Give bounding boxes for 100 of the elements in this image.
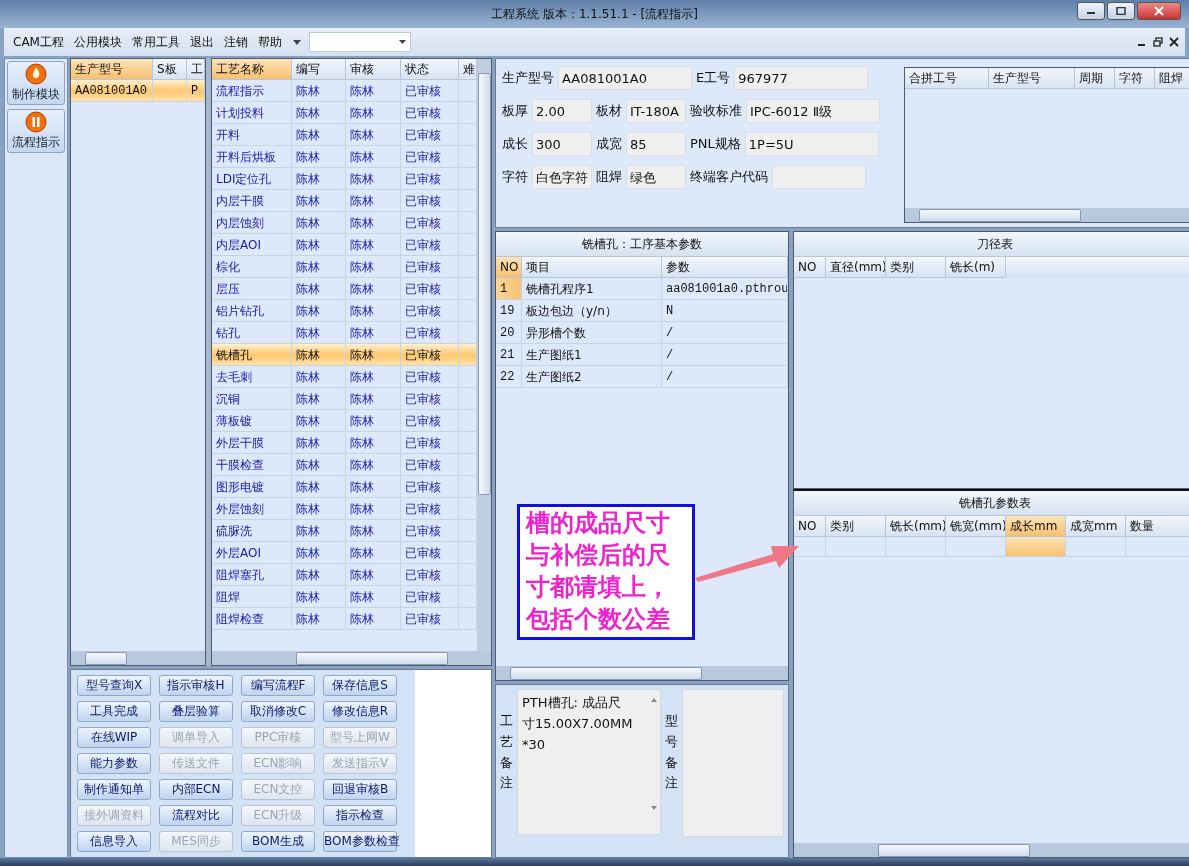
input-field[interactable]: 300	[532, 131, 592, 156]
menu-item[interactable]: CAM工程	[10, 33, 67, 51]
action-button[interactable]: 叠层验算	[159, 701, 233, 722]
action-button[interactable]: BOM生成	[241, 831, 315, 852]
column-header[interactable]: 工艺名称	[212, 59, 292, 80]
action-button[interactable]: 回退审核B	[323, 779, 397, 800]
param-row[interactable]: 19 板边包边（y/n） N	[496, 300, 788, 322]
column-header[interactable]: NO	[496, 257, 522, 278]
process-row[interactable]: 干膜检查 陈林 陈林 已审核	[212, 454, 477, 476]
action-button[interactable]: 修改信息R	[323, 701, 397, 722]
process-row[interactable]: 流程指示 陈林 陈林 已审核	[212, 80, 477, 102]
column-header[interactable]: 合拼工号	[905, 68, 989, 89]
column-header[interactable]: 阻焊	[1155, 68, 1189, 89]
process-row[interactable]: 铝片钻孔 陈林 陈林 已审核	[212, 300, 477, 322]
close-icon[interactable]	[1169, 37, 1179, 47]
process-row[interactable]: 薄板镀 陈林 陈林 已审核	[212, 410, 477, 432]
process-row[interactable]: 去毛刺 陈林 陈林 已审核	[212, 366, 477, 388]
param-row[interactable]: 22 生产图纸2 /	[496, 366, 788, 388]
input-field[interactable]: IT-180A	[626, 98, 686, 123]
dropdown-field[interactable]	[308, 32, 411, 52]
module-button[interactable]: 流程指示	[7, 109, 65, 153]
action-button[interactable]: 在线WIP	[77, 727, 151, 748]
menu-item[interactable]: 常用工具	[128, 33, 183, 51]
input-field[interactable]: 1P=5U	[744, 131, 879, 156]
column-header[interactable]: 状态	[401, 59, 459, 80]
column-header[interactable]: 数量	[1126, 516, 1189, 537]
column-header[interactable]: 成宽mm	[1066, 516, 1126, 537]
process-row[interactable]: 外层干膜 陈林 陈林 已审核	[212, 432, 477, 454]
caret-icon[interactable]	[292, 39, 301, 45]
scrollbar[interactable]	[71, 651, 205, 665]
action-button[interactable]: 流程对比	[159, 805, 233, 826]
action-button[interactable]: 工具完成	[77, 701, 151, 722]
column-header[interactable]: 成长mm	[1006, 516, 1066, 537]
column-header[interactable]: 类别	[886, 257, 946, 278]
module-button[interactable]: 制作模块	[7, 61, 65, 105]
action-button[interactable]: 指示审核H	[159, 675, 233, 696]
action-button[interactable]: 信息导入	[77, 831, 151, 852]
column-header[interactable]: 参数	[662, 257, 788, 278]
column-header[interactable]: 周期	[1075, 68, 1115, 89]
scrollbar[interactable]	[477, 59, 491, 651]
process-row[interactable]: 外层蚀刻 陈林 陈林 已审核	[212, 498, 477, 520]
action-button[interactable]: 保存信息S	[323, 675, 397, 696]
model-row[interactable]: AA081001A0 P	[71, 80, 205, 102]
scrollbar[interactable]	[794, 843, 1189, 857]
column-header[interactable]: 字符	[1115, 68, 1155, 89]
action-button[interactable]: 能力参数	[77, 753, 151, 774]
process-row[interactable]: 图形电镀 陈林 陈林 已审核	[212, 476, 477, 498]
scrollbar[interactable]	[905, 208, 1189, 222]
process-row[interactable]: 外层AOI 陈林 陈林 已审核	[212, 542, 477, 564]
column-header[interactable]: 铣长(m)	[946, 257, 1006, 278]
process-row[interactable]: 阻焊 陈林 陈林 已审核	[212, 586, 477, 608]
restore-icon[interactable]	[1153, 37, 1163, 47]
column-header[interactable]: 审核	[346, 59, 401, 80]
column-header[interactable]: 铣长(mm)	[886, 516, 946, 537]
process-row[interactable]: 内层蚀刻 陈林 陈林 已审核	[212, 212, 477, 234]
process-row[interactable]: LDI定位孔 陈林 陈林 已审核	[212, 168, 477, 190]
menu-item[interactable]: 退出	[186, 33, 217, 51]
action-button[interactable]: 编写流程F	[241, 675, 315, 696]
input-field[interactable]: 967977	[734, 65, 869, 90]
action-button[interactable]: 内部ECN	[159, 779, 233, 800]
column-header[interactable]: 生产型号	[989, 68, 1075, 89]
param-row[interactable]: 20 异形槽个数 /	[496, 322, 788, 344]
process-row[interactable]: 铣槽孔 陈林 陈林 已审核	[212, 344, 477, 366]
process-row[interactable]: 棕化 陈林 陈林 已审核	[212, 256, 477, 278]
menu-item[interactable]: 注销	[220, 33, 251, 51]
scrollbar[interactable]	[212, 651, 491, 665]
menu-item[interactable]: 公用模块	[70, 33, 125, 51]
process-row[interactable]: 阻焊塞孔 陈林 陈林 已审核	[212, 564, 477, 586]
scrollbar[interactable]	[496, 666, 788, 680]
action-button[interactable]: 制作通知单	[77, 779, 151, 800]
remark-field[interactable]	[682, 689, 784, 837]
process-row[interactable]: 开料后烘板 陈林 陈林 已审核	[212, 146, 477, 168]
maximize-button[interactable]	[1107, 2, 1135, 20]
column-header[interactable]: NO	[794, 257, 826, 278]
process-row[interactable]: 层压 陈林 陈林 已审核	[212, 278, 477, 300]
process-row[interactable]: 开料 陈林 陈林 已审核	[212, 124, 477, 146]
process-row[interactable]: 硫脲洗 陈林 陈林 已审核	[212, 520, 477, 542]
column-header[interactable]: 类别	[826, 516, 886, 537]
action-button[interactable]: 型号查询X	[77, 675, 151, 696]
close-button[interactable]	[1137, 2, 1181, 20]
param-row[interactable]: 1 铣槽孔程序1 aa081001a0.pthrou	[496, 278, 788, 300]
input-field[interactable]: IPC-6012 Ⅱ级	[746, 98, 880, 123]
input-field[interactable]: 2.00	[532, 98, 592, 123]
input-field[interactable]: 白色字符	[532, 164, 592, 189]
input-field[interactable]: AA081001A0	[558, 65, 692, 90]
process-row[interactable]: 计划投料 陈林 陈林 已审核	[212, 102, 477, 124]
input-field[interactable]: 85	[626, 131, 686, 156]
process-row[interactable]: 阻焊检查 陈林 陈林 已审核	[212, 608, 477, 630]
minimize-button[interactable]	[1077, 2, 1105, 20]
param-row[interactable]: 21 生产图纸1 /	[496, 344, 788, 366]
remark-field[interactable]: PTH槽孔: 成品尺寸15.00X7.00MM*30	[517, 689, 661, 835]
column-header[interactable]: 编写	[292, 59, 346, 80]
column-header[interactable]: 直径(mm)	[826, 257, 886, 278]
menu-item[interactable]: 帮助	[254, 33, 285, 51]
column-header[interactable]: 生产型号	[71, 59, 153, 80]
action-button[interactable]: 指示检查	[323, 805, 397, 826]
process-row[interactable]: 内层干膜 陈林 陈林 已审核	[212, 190, 477, 212]
process-row[interactable]: 内层AOI 陈林 陈林 已审核	[212, 234, 477, 256]
column-header[interactable]: 项目	[522, 257, 662, 278]
action-button[interactable]: 取消修改C	[241, 701, 315, 722]
